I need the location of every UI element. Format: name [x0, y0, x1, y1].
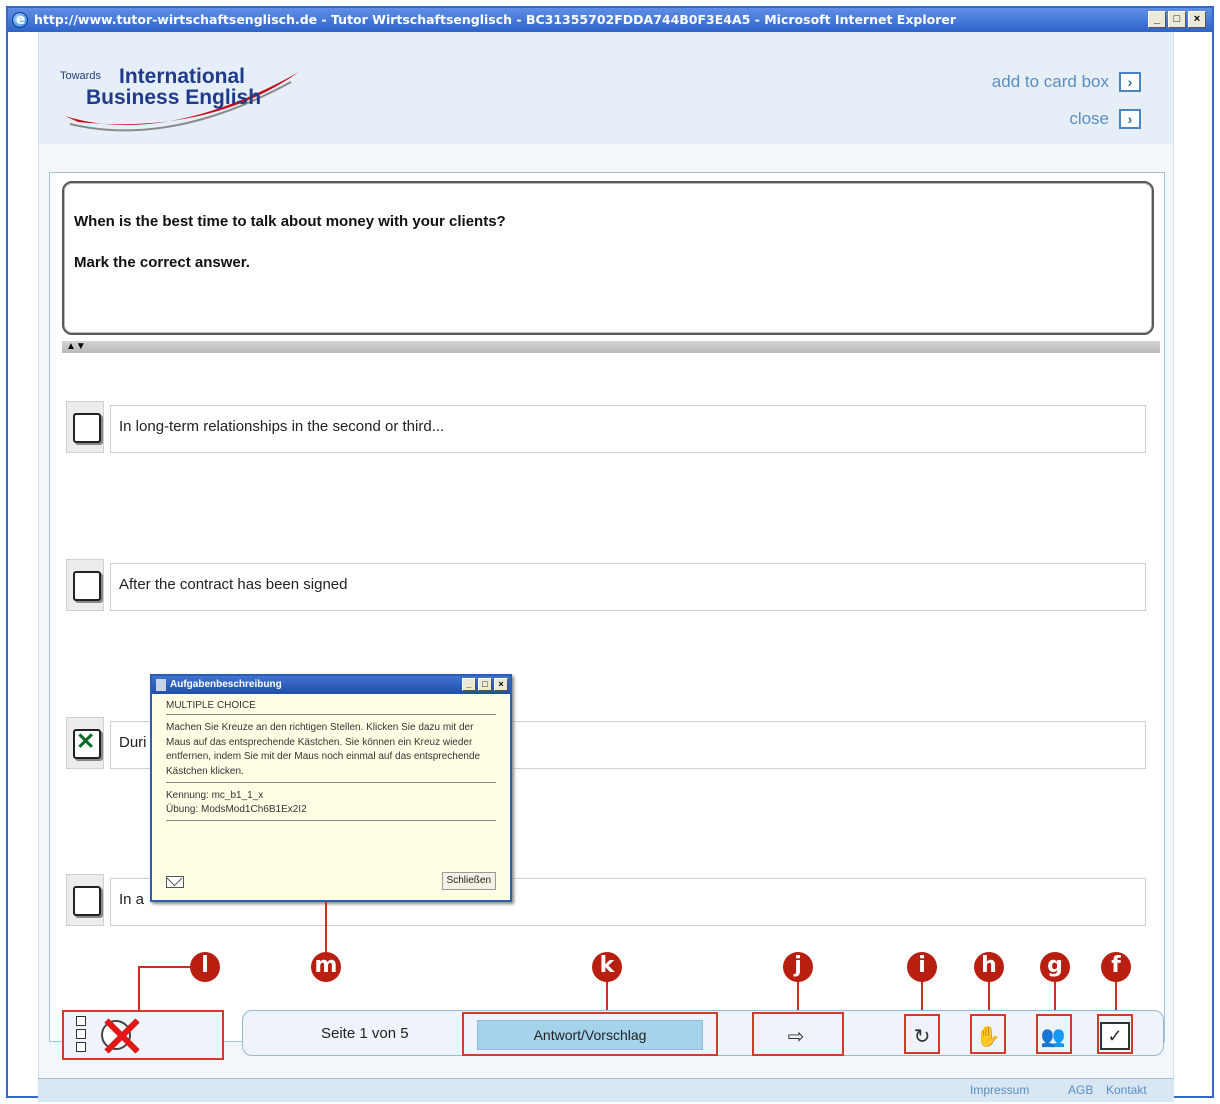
logo: Towards International Business English: [55, 44, 305, 136]
logo-business-english: Business English: [86, 86, 262, 109]
close-label: close: [1069, 109, 1109, 128]
answer-text[interactable]: After the contract has been signed: [110, 563, 1146, 611]
task-description-popup: Aufgabenbeschreibung _ □ × MULTIPLE CHOI…: [150, 674, 512, 902]
callout-line-l: [138, 966, 190, 968]
close-window-button[interactable]: ×: [1188, 11, 1206, 28]
popup-description: Machen Sie Kreuze an den richtigen Stell…: [166, 721, 496, 783]
popup-title: Aufgabenbeschreibung: [170, 679, 282, 690]
resize-handle[interactable]: ▲▼: [62, 341, 1160, 353]
popup-exercise: Übung: ModsMod1Ch6B1Ex2I2: [166, 804, 307, 815]
question-box: When is the best time to talk about mone…: [62, 181, 1154, 335]
callout-l: l: [190, 952, 220, 982]
header: Towards International Business English a…: [39, 32, 1173, 144]
ie-logo-icon: [12, 8, 28, 32]
popup-close-icon[interactable]: ×: [494, 678, 508, 691]
callout-k: k: [592, 952, 622, 982]
page: Towards International Business English a…: [38, 32, 1174, 1096]
add-to-card-box-link[interactable]: add to card box ›: [992, 72, 1141, 92]
answer-checkbox[interactable]: [66, 559, 104, 611]
popup-id: Kennung: mc_b1_1_x: [166, 790, 264, 801]
envelope-icon[interactable]: [166, 876, 184, 888]
add-to-card-box-label: add to card box: [991, 72, 1109, 91]
callout-line-l: [138, 966, 140, 1010]
callout-i: i: [907, 952, 937, 982]
impressum-link[interactable]: Impressum: [970, 1083, 1029, 1097]
popup-maximize-button[interactable]: □: [478, 678, 492, 691]
question-instruction: Mark the correct answer.: [74, 254, 250, 271]
answer-checkbox[interactable]: [66, 874, 104, 926]
answer-checkbox-checked[interactable]: [66, 717, 104, 769]
page-indicator: Seite 1 von 5: [321, 1025, 409, 1042]
popup-meta: Kennung: mc_b1_1_x Übung: ModsMod1Ch6B1E…: [166, 789, 496, 821]
frame-i: [904, 1014, 940, 1054]
maximize-button[interactable]: □: [1168, 11, 1186, 28]
callout-line-f: [1115, 980, 1117, 1014]
logo-towards: Towards: [60, 70, 101, 82]
popup-heading: MULTIPLE CHOICE: [166, 700, 496, 715]
window-title: http://www.tutor-wirtschaftsenglisch.de …: [34, 12, 957, 27]
popup-titlebar[interactable]: Aufgabenbeschreibung _ □ ×: [152, 676, 510, 694]
exercise-panel: When is the best time to talk about mone…: [49, 172, 1165, 1042]
frame-k: [462, 1012, 718, 1056]
close-link[interactable]: close ›: [1069, 109, 1141, 129]
callout-g: g: [1040, 952, 1070, 982]
callout-line-h: [988, 980, 990, 1014]
callout-line-m: [325, 902, 327, 952]
popup-minimize-button[interactable]: _: [462, 678, 476, 691]
chevron-right-icon: ›: [1119, 72, 1141, 92]
chevron-right-icon: ›: [1119, 109, 1141, 129]
question-text: When is the best time to talk about mone…: [74, 213, 506, 230]
frame-l: [62, 1010, 224, 1060]
callout-line-k: [606, 980, 608, 1012]
callout-h: h: [974, 952, 1004, 982]
agb-link[interactable]: AGB: [1068, 1083, 1093, 1097]
window-titlebar[interactable]: http://www.tutor-wirtschaftsenglisch.de …: [8, 8, 1212, 32]
callout-f: f: [1101, 952, 1131, 982]
frame-j: [752, 1012, 844, 1056]
frame-f: [1097, 1014, 1133, 1054]
popup-close-button[interactable]: Schließen: [441, 872, 496, 890]
answer-text[interactable]: In long-term relationships in the second…: [110, 405, 1146, 453]
answer-row: In long-term relationships in the second…: [66, 401, 1146, 453]
footer: Impressum AGB Kontakt: [38, 1078, 1174, 1102]
callout-j: j: [783, 952, 813, 982]
answer-row: After the contract has been signed: [66, 559, 1146, 611]
frame-g: [1036, 1014, 1072, 1054]
kontakt-link[interactable]: Kontakt: [1106, 1083, 1147, 1097]
frame-h: [970, 1014, 1006, 1054]
callout-line-i: [921, 980, 923, 1014]
answer-checkbox[interactable]: [66, 401, 104, 453]
callout-line-g: [1054, 980, 1056, 1014]
callout-m: m: [311, 952, 341, 982]
minimize-button[interactable]: _: [1148, 11, 1166, 28]
callout-line-j: [797, 980, 799, 1012]
